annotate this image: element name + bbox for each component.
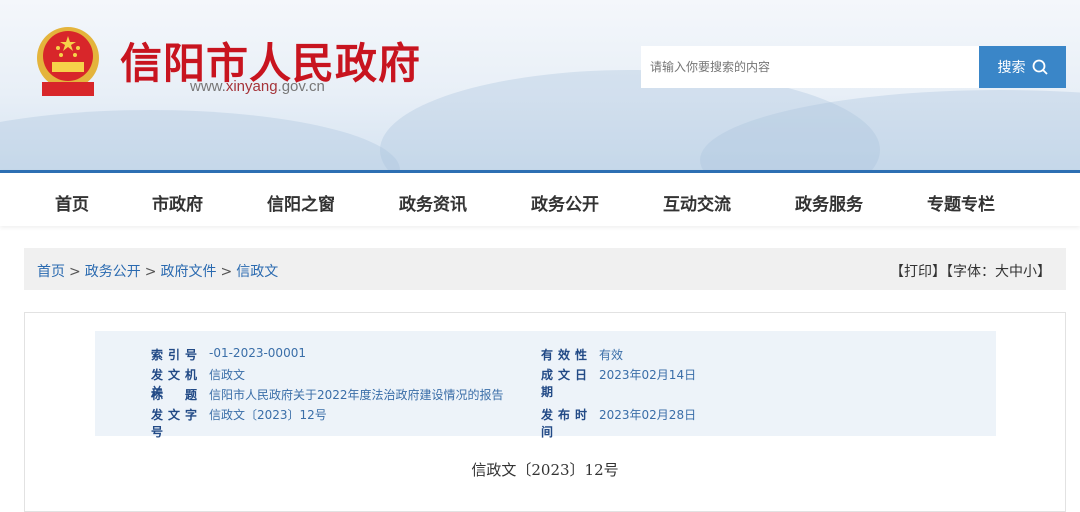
nav-interaction[interactable]: 互动交流	[663, 190, 731, 215]
article-container: 索引号 -01-2023-00001 有效性 有效 发文机关 信政文 成文日期 2023…	[24, 312, 1066, 512]
nav-city-government[interactable]: 市政府	[152, 190, 203, 215]
site-url[interactable]: www.xinyang.gov.cn	[190, 78, 325, 95]
print-button[interactable]: 【打印】	[890, 264, 946, 280]
document-number-heading: 信政文〔2023〕12号	[471, 461, 619, 479]
breadcrumb-open-government[interactable]: 政务公开	[85, 264, 141, 280]
search-input[interactable]	[641, 46, 979, 88]
search-button-label: 搜索	[997, 60, 1026, 76]
font-size-control[interactable]: 【字体：大中小】	[946, 264, 1051, 280]
nav-services[interactable]: 政务服务	[795, 190, 863, 215]
nav-home[interactable]: 首页	[55, 190, 89, 215]
breadcrumb-gov-docs[interactable]: 政府文件	[160, 264, 216, 280]
date-label: 成文日期	[541, 368, 587, 399]
search-icon	[1032, 59, 1048, 75]
doc-number-label: 发文字号	[151, 408, 197, 439]
validity-value: 有效	[599, 348, 624, 362]
doc-number-value: 信政文〔2023〕12号	[209, 408, 327, 422]
nav-news[interactable]: 政务资讯	[399, 190, 467, 215]
publish-time-value: 2023年02月28日	[599, 408, 697, 422]
nav-xinyang-window[interactable]: 信阳之窗	[267, 190, 335, 215]
document-info-box: 索引号 -01-2023-00001 有效性 有效 发文机关 信政文 成文日期 2023…	[95, 331, 996, 439]
breadcrumb-xinzhengwen[interactable]: 信政文	[236, 264, 278, 280]
page-tools: 【打印】【字体：大中小】	[890, 261, 1051, 281]
validity-label: 有效性	[541, 348, 587, 362]
search-bar: 搜索	[641, 46, 1066, 88]
search-button[interactable]: 搜索	[979, 46, 1066, 88]
national-emblem-icon	[37, 27, 99, 96]
breadcrumb-home[interactable]: 首页	[37, 264, 65, 280]
index-label: 索引号	[151, 348, 197, 362]
main-nav: 首页 市政府 信阳之窗 政务资讯 政务公开 互动交流 政务服务 专题专栏	[0, 170, 1080, 226]
breadcrumb-bar: 首页 > 政务公开 > 政府文件 > 信政文 【打印】【字体：大中小】	[24, 248, 1066, 290]
header-banner: 信阳市人民政府 www.xinyang.gov.cn 搜索	[0, 0, 1080, 170]
publish-time-label: 发布时间	[541, 408, 587, 439]
date-value: 2023年02月14日	[599, 368, 697, 382]
index-value: -01-2023-00001	[209, 346, 306, 360]
title-value: 信阳市人民政府关于2022年度法治政府建设情况的报告	[209, 388, 504, 402]
nav-open-government[interactable]: 政务公开	[531, 190, 599, 215]
nav-topics[interactable]: 专题专栏	[927, 190, 995, 215]
title-label: 标题	[151, 388, 197, 402]
breadcrumb: 首页 > 政务公开 > 政府文件 > 信政文	[37, 264, 279, 280]
